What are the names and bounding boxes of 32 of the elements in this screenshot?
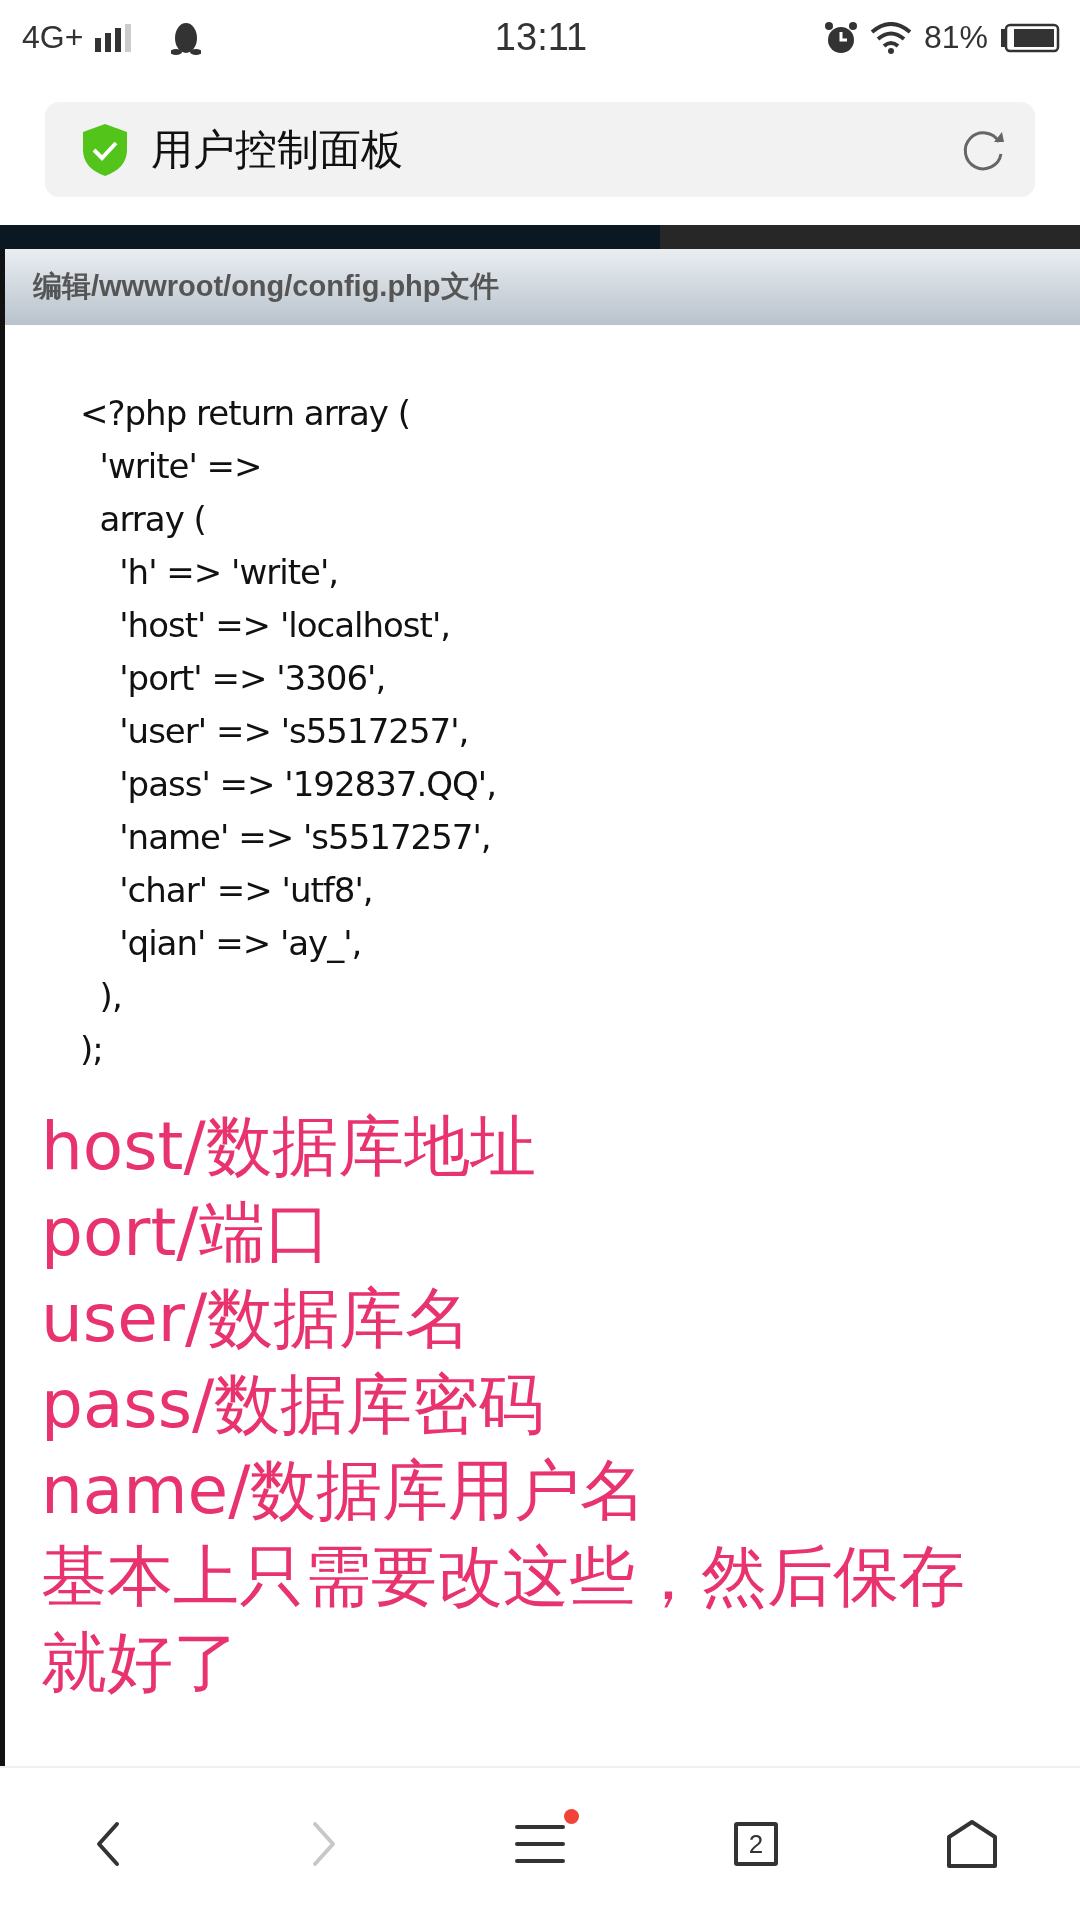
note-text: pass/数据库密码 — [41, 1365, 545, 1445]
note-text: user/数据库名 — [41, 1279, 472, 1359]
code-line: 'qian' => 'ay_', — [118, 922, 362, 965]
code-line: array ( — [98, 498, 206, 541]
home-icon — [946, 1819, 998, 1869]
clock-time: 13:11 — [494, 16, 588, 59]
editor-title: 编辑/wwwroot/ong/config.php文件 — [33, 269, 499, 304]
code-line: 'h' => 'write', — [118, 551, 339, 594]
code-line: 'char' => 'utf8', — [118, 869, 373, 912]
battery-icon — [1000, 22, 1060, 53]
code-line: ), — [98, 975, 122, 1018]
page-title: 用户控制面板 — [151, 123, 404, 176]
note-text: host/数据库地址 — [41, 1107, 536, 1187]
menu-icon — [514, 1823, 566, 1865]
code-line: <?php return array ( — [80, 392, 411, 435]
alarm-icon — [823, 20, 858, 55]
code-line: ); — [80, 1028, 103, 1071]
code-line: 'user' => 's5517257', — [118, 710, 469, 753]
network-type: 4G+ — [22, 19, 84, 56]
address-bar[interactable]: 用户控制面板 — [45, 102, 1035, 197]
note-text: name/数据库用户名 — [41, 1451, 647, 1531]
code-line: 'name' => 's5517257', — [118, 816, 491, 859]
battery-percent: 81% — [923, 19, 988, 56]
note-text: port/端口 — [41, 1193, 331, 1273]
code-line: 'pass' => '192837.QQ', — [118, 763, 496, 806]
note-text: 基本上只需要改这些，然后保存就好了 — [41, 1537, 966, 1703]
code-line: 'write' => — [98, 445, 262, 488]
penguin-icon — [171, 20, 202, 55]
code-line: 'port' => '3306', — [118, 657, 386, 700]
code-line: 'host' => 'localhost', — [118, 604, 451, 647]
wifi-icon — [869, 21, 912, 54]
tabs-button[interactable]: 2 — [711, 1799, 801, 1889]
